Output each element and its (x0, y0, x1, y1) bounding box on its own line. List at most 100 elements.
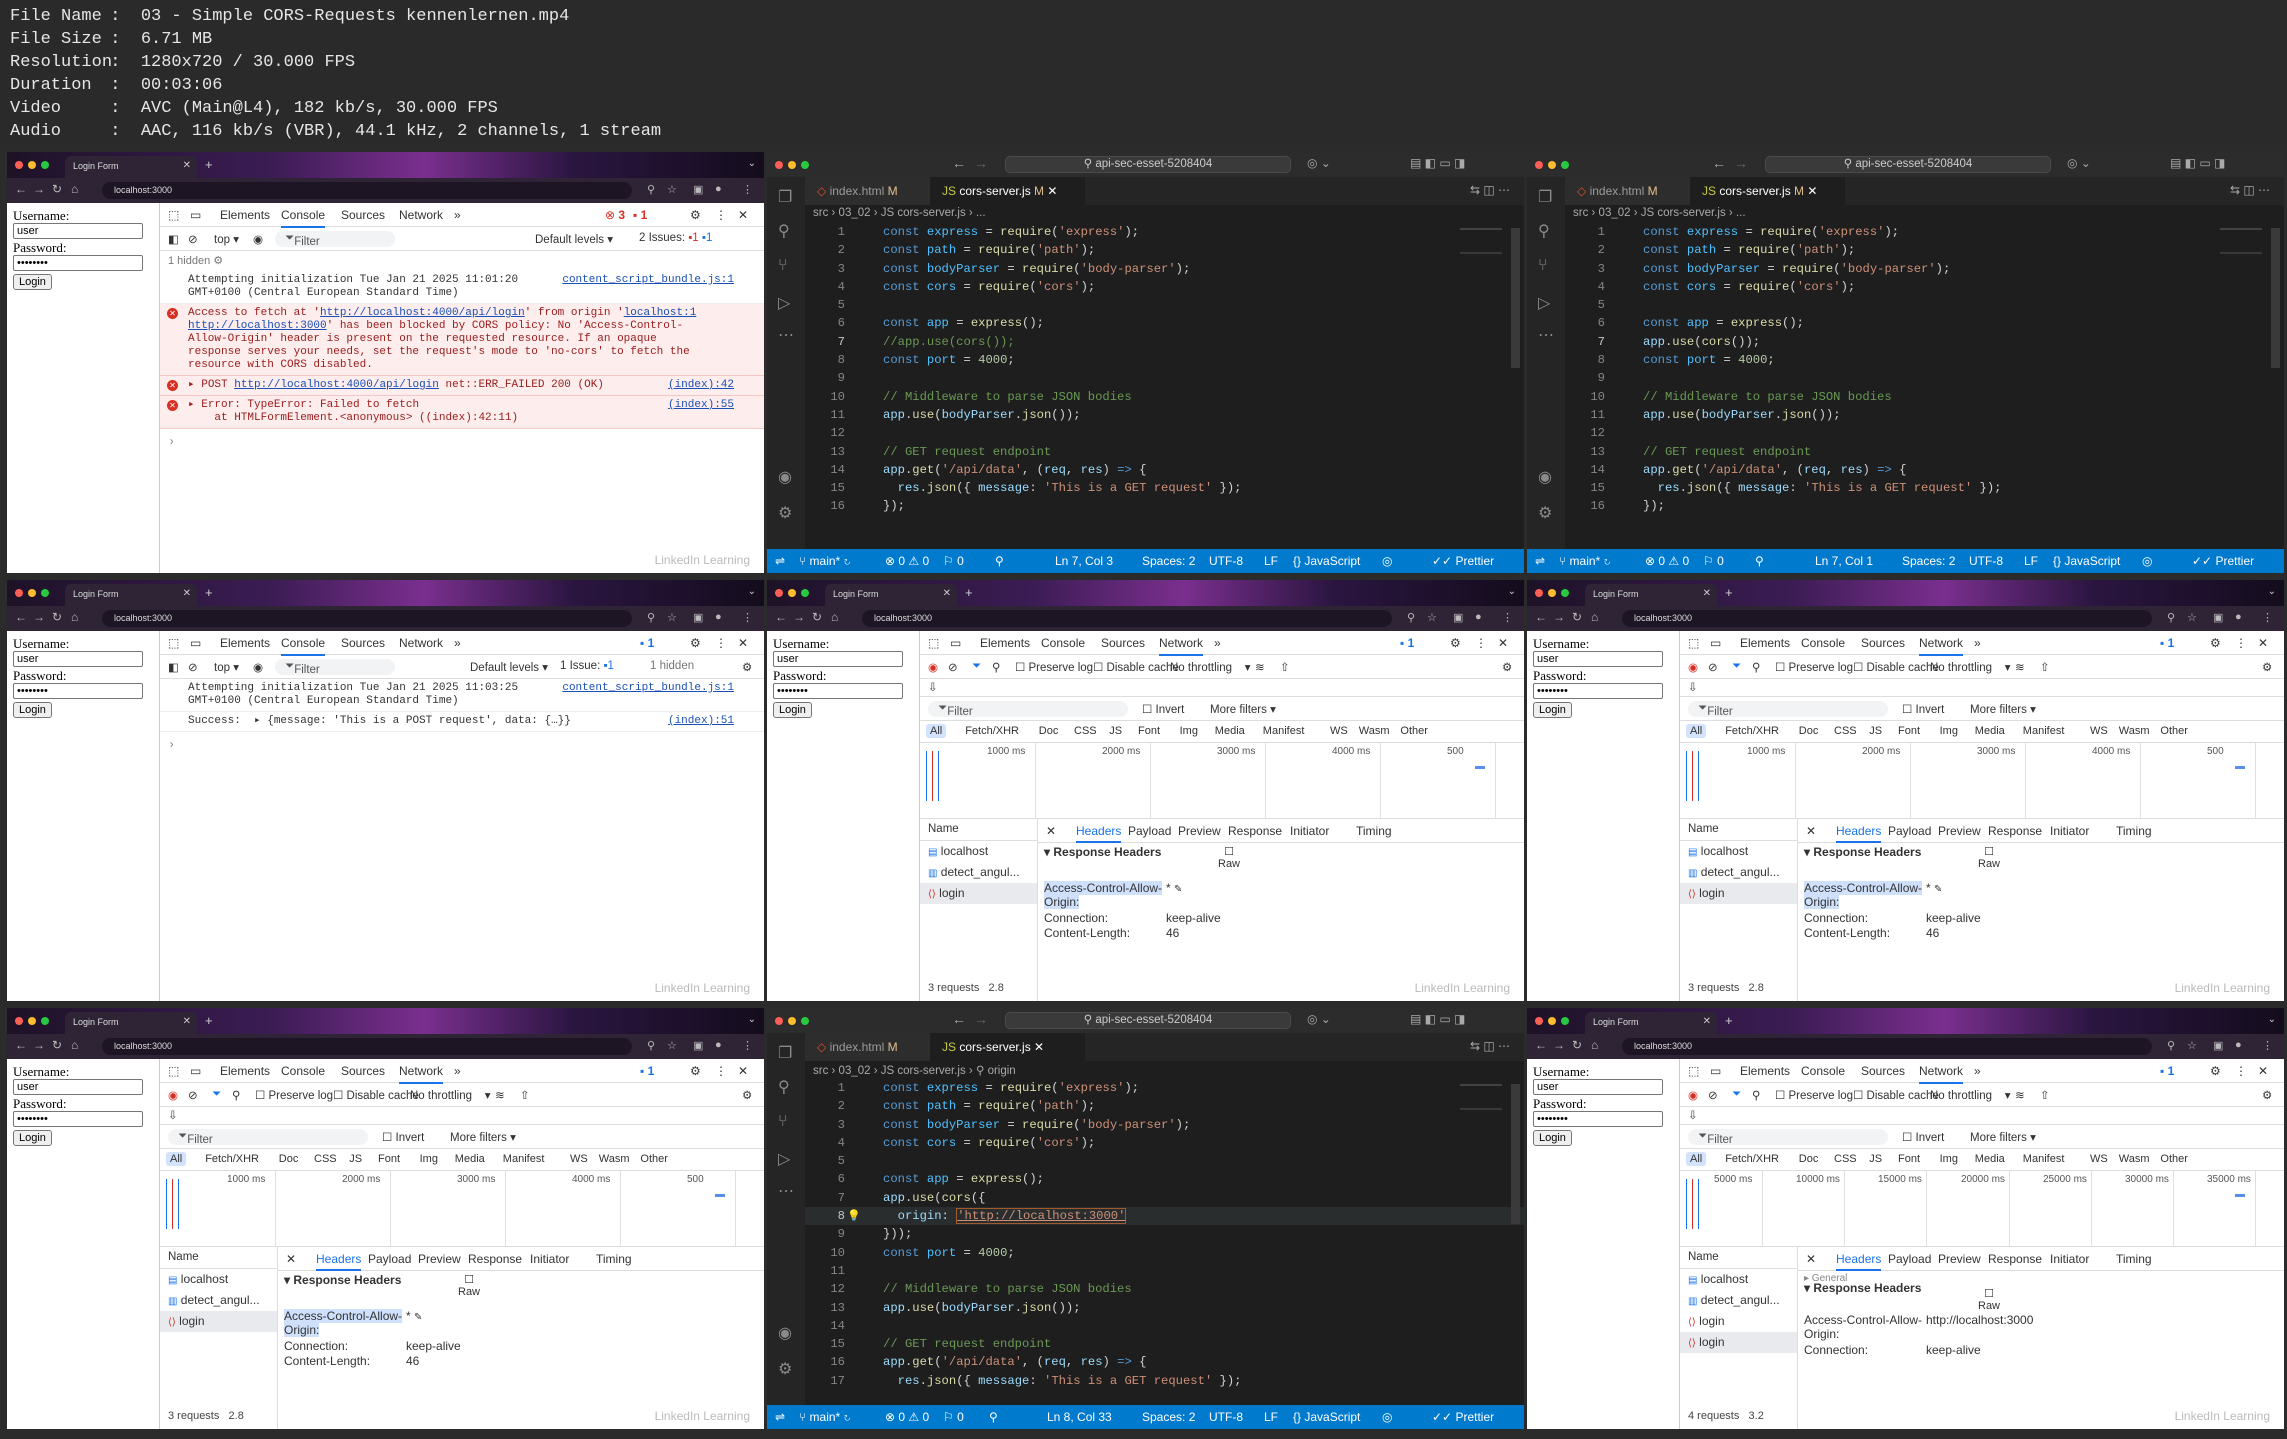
filter-type-button[interactable]: Other (1396, 724, 1432, 738)
close-tab-icon[interactable]: ✕ (183, 1016, 191, 1027)
forward-icon[interactable]: → (33, 610, 45, 624)
code-editor[interactable]: 1 const express = require('express'); 2 co… (805, 223, 1524, 549)
problems-indicator[interactable]: ⊗ 0 ⚠ 0 (885, 554, 929, 568)
request-row[interactable]: ▥ detect_angul... (1680, 1290, 1797, 1311)
raw-toggle[interactable]: ☐ Raw (1978, 845, 2000, 870)
close-detail-icon[interactable]: ✕ (1806, 1252, 1816, 1266)
editor-actions[interactable]: ⇆ ◫ ⋯ (2230, 183, 2270, 197)
cursor-position[interactable]: Ln 8, Col 33 (1047, 1410, 1112, 1424)
minimize-window-button[interactable] (788, 589, 796, 597)
devtools-menu-icon[interactable]: ⋮ (715, 1064, 727, 1078)
search-icon[interactable]: ⚲ (778, 1077, 790, 1097)
export-har-icon[interactable]: ⇩ (928, 680, 938, 694)
tab-elements[interactable]: Elements (980, 636, 1030, 650)
detail-tab[interactable]: Timing (596, 1252, 632, 1266)
tab-console[interactable]: Console (281, 636, 326, 656)
bookmark-star-icon[interactable]: ☆ (667, 183, 677, 196)
filter-type-button[interactable]: Manifest (2019, 1152, 2069, 1166)
problems-indicator[interactable]: ⊗ 0 ⚠ 0 (885, 1410, 929, 1424)
minimize-window-button[interactable] (788, 1017, 796, 1025)
filter-type-button[interactable]: Media (451, 1152, 489, 1166)
filter-type-button[interactable]: Wasm (2115, 1152, 2154, 1166)
clear-icon[interactable]: ⊘ (188, 1088, 198, 1102)
response-headers-toggle[interactable]: ▾ Response Headers (1044, 845, 1519, 863)
command-center-search[interactable]: ⚲ api-sec-esset-5208404 (1005, 1012, 1291, 1029)
response-headers-toggle[interactable]: ▾ Response Headers (284, 1273, 759, 1291)
password-field[interactable]: •••••••• (1533, 683, 1663, 699)
preserve-log-checkbox[interactable]: ☐ Preserve log (255, 1088, 333, 1102)
request-row[interactable]: ▤ localhost (1680, 841, 1797, 862)
import-har-icon[interactable]: ⇧ (2040, 660, 2050, 674)
manage-gear-icon[interactable]: ⚙ (778, 503, 792, 523)
request-row[interactable]: ⟨⟩ login (160, 1311, 277, 1332)
cors-origin-link[interactable]: localhost:1 (624, 307, 697, 319)
forward-icon[interactable]: → (793, 610, 805, 624)
detail-tab[interactable]: Timing (1356, 824, 1392, 838)
back-icon[interactable]: ← (15, 182, 27, 196)
disable-cache-checkbox[interactable]: ☐ Disable cache (1853, 660, 1939, 674)
close-tab-icon[interactable]: ✕ (1703, 1016, 1711, 1027)
tab-search-icon[interactable]: ⌄ (748, 158, 756, 169)
tab-network[interactable]: Network (399, 1064, 444, 1084)
search-icon[interactable]: ⚲ (778, 221, 790, 241)
tab-sources[interactable]: Sources (1101, 636, 1145, 650)
username-field[interactable]: user (1533, 1079, 1663, 1095)
settings-gear-icon[interactable]: ⚙ (2210, 636, 2221, 650)
remote-icon[interactable]: ⇌ (1535, 554, 1545, 568)
tab-network[interactable]: Network (399, 208, 443, 222)
request-row[interactable]: ▥ detect_angul... (160, 1290, 277, 1311)
disable-cache-checkbox[interactable]: ☐ Disable cache (1093, 660, 1179, 674)
copilot-status-icon[interactable]: ◎ (1382, 1410, 1392, 1424)
filter-type-button[interactable]: CSS (1830, 724, 1861, 738)
detail-tab[interactable]: Headers (1836, 824, 1882, 843)
browser-tab[interactable]: Login Form ✕ (65, 584, 197, 606)
editor-scrollbar[interactable] (1511, 1084, 1520, 1224)
menu-kebab-icon[interactable]: ⋮ (742, 1039, 753, 1052)
filter-type-button[interactable]: CSS (310, 1152, 341, 1166)
network-conditions-icon[interactable]: ≋ (2015, 660, 2025, 674)
extensions-icon[interactable]: ▣ (2213, 1039, 2223, 1052)
copilot-icon[interactable]: ◎ ⌄ (1307, 156, 1331, 170)
tab-index-html[interactable]: ◇ index.html M (805, 1033, 930, 1061)
detail-tab[interactable]: Initiator (2050, 1252, 2089, 1266)
import-har-icon[interactable]: ⇧ (520, 1088, 530, 1102)
tab-console[interactable]: Console (1801, 636, 1845, 650)
editor-scrollbar[interactable] (1511, 228, 1520, 368)
password-field[interactable]: •••••••• (1533, 1111, 1663, 1127)
filter-icon[interactable]: ⏷ (972, 660, 981, 673)
filter-type-button[interactable]: Font (1134, 724, 1164, 738)
browser-tab[interactable]: Login Form ✕ (1585, 584, 1717, 606)
code-editor[interactable]: 1 const express = require('express'); 2 co… (1565, 223, 2284, 549)
username-field[interactable]: user (13, 651, 143, 667)
source-control-icon[interactable]: ⑂ (778, 1113, 788, 1131)
maximize-window-button[interactable] (1561, 161, 1569, 169)
profile-icon[interactable]: ● (2235, 1039, 2242, 1051)
filter-type-button[interactable]: Doc (1035, 724, 1063, 738)
detail-tab[interactable]: Payload (1888, 1252, 1931, 1266)
maximize-window-button[interactable] (1561, 1017, 1569, 1025)
devtools-menu-icon[interactable]: ⋮ (2235, 636, 2247, 650)
filter-type-button[interactable]: Other (636, 1152, 672, 1166)
encoding[interactable]: UTF-8 (1969, 554, 2003, 568)
search-icon[interactable]: ⚲ (1752, 1088, 1760, 1102)
import-har-icon[interactable]: ⇧ (1280, 660, 1290, 674)
raw-toggle[interactable]: ☐ Raw (1978, 1287, 2000, 1312)
detail-tab[interactable]: Preview (418, 1252, 461, 1266)
clear-icon[interactable]: ⊘ (1708, 660, 1718, 674)
close-window-button[interactable] (775, 161, 783, 169)
source-control-icon[interactable]: ⑂ (1538, 257, 1548, 275)
cursor-position[interactable]: Ln 7, Col 3 (1055, 554, 1113, 568)
post-source-link[interactable]: (index):42 (668, 379, 734, 392)
maximize-window-button[interactable] (801, 1017, 809, 1025)
address-bar[interactable]: localhost:3000 (102, 1038, 632, 1055)
indentation[interactable]: Spaces: 2 (1142, 1410, 1195, 1424)
console-prompt[interactable]: › (160, 429, 764, 455)
filter-type-button[interactable]: Fetch/XHR (1721, 724, 1783, 738)
reload-icon[interactable]: ↻ (52, 1038, 62, 1052)
extensions-icon[interactable]: ▣ (2213, 611, 2223, 624)
detail-tab[interactable]: Preview (1938, 1252, 1981, 1266)
request-row[interactable]: ▤ localhost (920, 841, 1037, 862)
network-filter-input[interactable]: ⏷ Filter (168, 1129, 368, 1146)
device-toolbar-icon[interactable]: ▭ (190, 1064, 201, 1078)
device-toolbar-icon[interactable]: ▭ (190, 636, 201, 650)
